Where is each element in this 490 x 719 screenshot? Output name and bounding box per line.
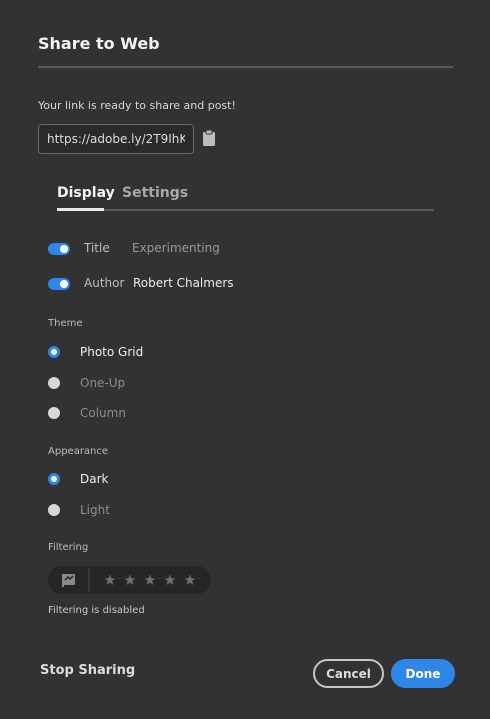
theme-label: Theme	[48, 318, 83, 329]
star-icon[interactable]: ★	[100, 569, 120, 591]
title-toggle-label: Title	[84, 241, 110, 255]
star-icon[interactable]: ★	[120, 569, 140, 591]
radio-unselected	[48, 504, 60, 516]
star-icon[interactable]: ★	[160, 569, 180, 591]
radio-selected	[48, 346, 60, 358]
title-value[interactable]: Experimenting	[132, 241, 220, 255]
done-button[interactable]: Done	[391, 659, 455, 688]
radio-label: Column	[80, 406, 126, 420]
author-toggle-row: Author Robert Chalmers	[48, 274, 348, 294]
tab-bar: Display Settings	[57, 185, 434, 211]
share-link-field[interactable]	[38, 124, 194, 154]
filter-bar: ★ ★ ★ ★ ★	[48, 566, 211, 594]
radio-unselected	[48, 407, 60, 419]
filter-divider	[88, 568, 90, 592]
theme-option-one-up[interactable]: One-Up	[48, 376, 198, 394]
radio-label: Light	[80, 503, 110, 517]
appearance-option-dark[interactable]: Dark	[48, 472, 198, 490]
stop-sharing-button[interactable]: Stop Sharing	[40, 663, 135, 678]
radio-label: One-Up	[80, 376, 126, 390]
flag-icon[interactable]	[48, 566, 88, 594]
star-rating: ★ ★ ★ ★ ★	[100, 569, 200, 591]
appearance-label: Appearance	[48, 446, 109, 457]
title-divider	[38, 66, 453, 68]
title-toggle[interactable]	[48, 243, 70, 255]
radio-unselected	[48, 377, 60, 389]
theme-option-column[interactable]: Column	[48, 406, 198, 424]
author-value[interactable]: Robert Chalmers	[133, 276, 234, 290]
share-to-web-dialog: Share to Web Your link is ready to share…	[0, 0, 490, 719]
filtering-status-text: Filtering is disabled	[48, 605, 145, 616]
tab-display[interactable]: Display	[57, 185, 115, 201]
title-toggle-row: Title Experimenting	[48, 239, 348, 259]
author-toggle-label: Author	[84, 276, 125, 290]
radio-label: Photo Grid	[80, 345, 144, 359]
clipboard-icon[interactable]	[200, 128, 218, 148]
cancel-button[interactable]: Cancel	[313, 659, 384, 688]
toggle-knob	[60, 245, 68, 253]
author-toggle[interactable]	[48, 278, 70, 290]
link-ready-text: Your link is ready to share and post!	[38, 99, 236, 112]
toggle-knob	[60, 280, 68, 288]
star-icon[interactable]: ★	[180, 569, 200, 591]
dialog-title: Share to Web	[38, 34, 160, 53]
tab-divider	[57, 209, 434, 211]
theme-option-photo-grid[interactable]: Photo Grid	[48, 345, 198, 363]
radio-label: Dark	[80, 472, 109, 486]
tab-settings[interactable]: Settings	[122, 185, 188, 201]
appearance-option-light[interactable]: Light	[48, 503, 198, 521]
radio-selected	[48, 473, 60, 485]
star-icon[interactable]: ★	[140, 569, 160, 591]
filtering-label: Filtering	[48, 542, 89, 553]
active-tab-indicator	[57, 208, 104, 211]
